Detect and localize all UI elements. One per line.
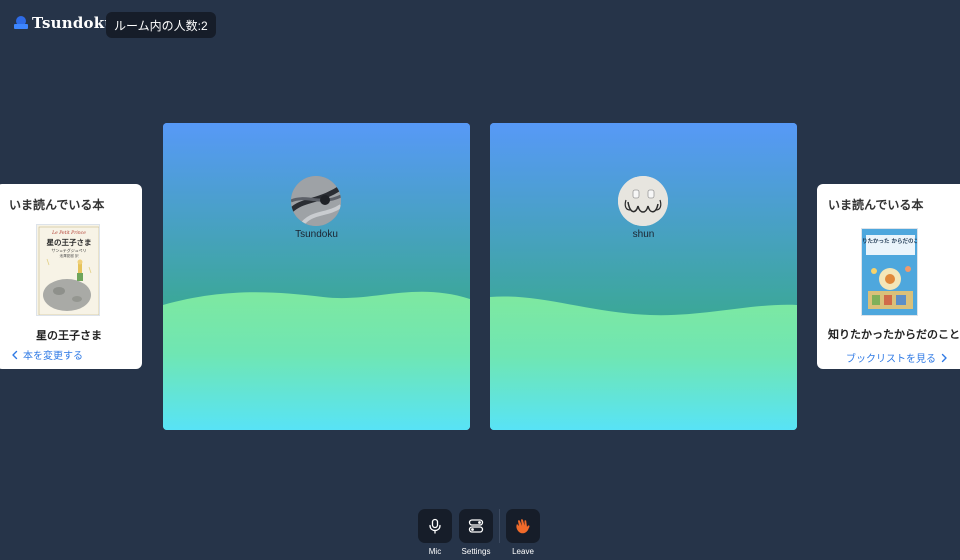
settings-label: Settings xyxy=(461,547,491,556)
wave-hand-icon xyxy=(516,519,530,534)
leave-control: Leave xyxy=(506,509,540,556)
brand-name: Tsundoku xyxy=(32,14,116,32)
cover-author: サン=テグジュペリ xyxy=(51,247,86,253)
card-title: いま読んでいる本 xyxy=(9,198,105,212)
change-book-link[interactable]: 本を変更する xyxy=(10,347,83,362)
chevron-left-icon xyxy=(12,350,18,359)
current-book-card-left: いま読んでいる本 Le Petit Prince 星の王子さま サン=テグジュペ… xyxy=(0,184,142,369)
avatar xyxy=(291,176,341,226)
mic-icon xyxy=(429,518,441,534)
cover-series: Le Petit Prince xyxy=(51,230,86,236)
book-cover: Le Petit Prince 星の王子さま サン=テグジュペリ 池澤夏樹 訳 xyxy=(36,224,100,316)
participant-tile: shun xyxy=(490,123,797,430)
book-title: 知りたかったからだのこと xyxy=(828,329,960,341)
wave-decoration xyxy=(490,123,797,430)
leave-button[interactable] xyxy=(506,509,540,543)
participant-name: Tsundoku xyxy=(295,229,338,240)
settings-toggle-icon xyxy=(468,519,484,533)
leave-label: Leave xyxy=(512,547,534,556)
mic-label: Mic xyxy=(428,547,442,556)
mic-button[interactable] xyxy=(418,509,452,543)
current-book-card-right: いま読んでいる本 知りたかった からだのこと 知りたかったからだのこと ブックリ… xyxy=(817,184,960,369)
book-list-link[interactable]: ブックリストを見る xyxy=(846,350,949,365)
book-cover: 知りたかった からだのこと xyxy=(861,228,918,316)
cover-title: 星の王子さま xyxy=(47,237,92,247)
call-controls: Mic Settings Leave xyxy=(418,509,540,556)
change-book-label: 本を変更する xyxy=(23,351,83,362)
brand[interactable]: Tsundoku xyxy=(14,14,115,32)
settings-control: Settings xyxy=(459,509,493,556)
brand-logo-icon xyxy=(14,16,28,30)
book-title: 星の王子さま xyxy=(36,330,102,342)
book-list-label: ブックリストを見る xyxy=(846,354,936,365)
avatar xyxy=(618,176,668,226)
wave-decoration xyxy=(163,123,470,430)
chevron-right-icon xyxy=(941,353,947,362)
card-title: いま読んでいる本 xyxy=(828,198,924,212)
room-count-badge: ルーム内の人数:2 xyxy=(106,12,216,38)
cover-title: 知りたかった からだのこと xyxy=(862,237,918,245)
controls-divider xyxy=(499,509,500,543)
settings-button[interactable] xyxy=(459,509,493,543)
cover-translator: 池澤夏樹 訳 xyxy=(59,253,79,258)
participant-name: shun xyxy=(632,229,655,240)
mic-control: Mic xyxy=(418,509,452,556)
participant-tile: Tsundoku xyxy=(163,123,470,430)
